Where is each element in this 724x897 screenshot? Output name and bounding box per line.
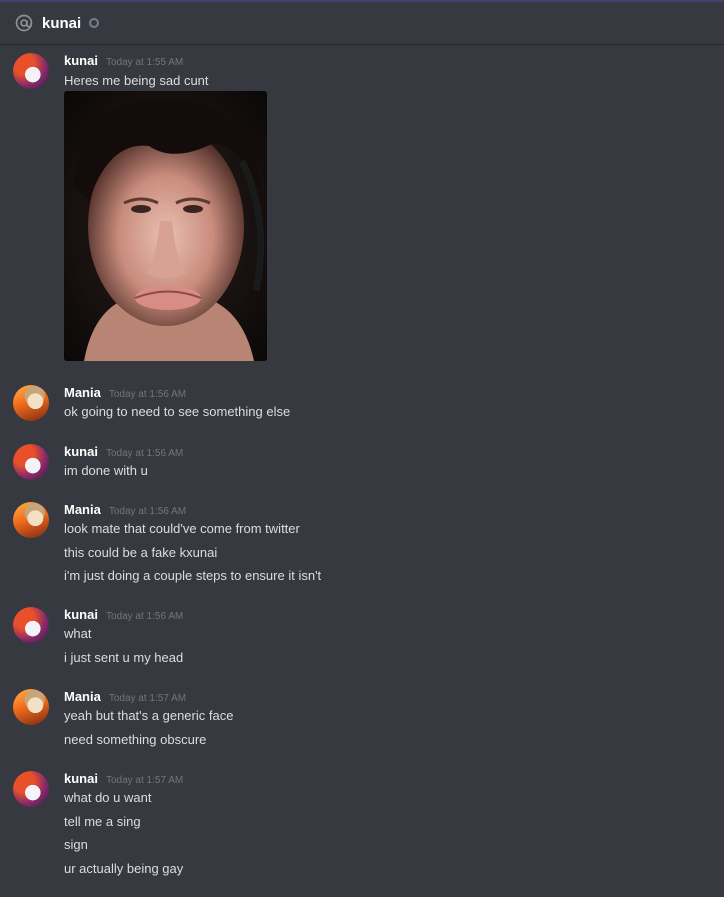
message-text: what do u want: [64, 790, 152, 805]
message-header: Mania Today at 1:57 AM: [64, 689, 186, 707]
username[interactable]: kunai: [64, 53, 98, 68]
message-list[interactable]: kunai Today at 1:55 AM Heres me being sa…: [0, 45, 724, 897]
timestamp: Today at 1:56 AM: [105, 611, 184, 622]
timestamp: Today at 1:57 AM: [105, 775, 184, 786]
message-header: kunai Today at 1:56 AM: [64, 444, 183, 462]
timestamp: Today at 1:56 AM: [108, 389, 187, 400]
timestamp: Today at 1:56 AM: [108, 506, 187, 517]
channel-name: kunai: [42, 14, 82, 32]
message-text: this could be a fake kxunai: [64, 545, 218, 560]
avatar[interactable]: [13, 607, 49, 643]
username[interactable]: kunai: [64, 444, 98, 459]
timestamp: Today at 1:57 AM: [108, 693, 187, 704]
username[interactable]: Mania: [64, 502, 101, 517]
message-header: kunai Today at 1:56 AM: [64, 607, 183, 625]
message-text: ok going to need to see something else: [64, 404, 291, 419]
avatar[interactable]: [13, 444, 49, 480]
message-text: need something obscure: [64, 732, 207, 747]
channel-header: kunai: [0, 0, 724, 45]
message-text: ur actually being gay: [64, 861, 184, 876]
message-text: look mate that could've come from twitte…: [64, 521, 300, 536]
message-text: Heres me being sad cunt: [64, 73, 209, 88]
message-text: sign: [64, 837, 88, 852]
username[interactable]: Mania: [64, 689, 101, 704]
avatar[interactable]: [13, 385, 49, 421]
avatar[interactable]: [13, 689, 49, 725]
message-header: Mania Today at 1:56 AM: [64, 385, 186, 403]
message-header: kunai Today at 1:55 AM: [64, 53, 183, 71]
message-text: i just sent u my head: [64, 650, 184, 665]
message-text: tell me a sing: [64, 814, 141, 829]
message-text: im done with u: [64, 463, 148, 478]
avatar[interactable]: [13, 771, 49, 807]
avatar[interactable]: [13, 502, 49, 538]
selfie-image: [64, 91, 267, 361]
username[interactable]: kunai: [64, 771, 98, 786]
username[interactable]: kunai: [64, 607, 98, 622]
image-attachment[interactable]: [64, 91, 267, 361]
message-text: what: [64, 626, 92, 641]
message-header: kunai Today at 1:57 AM: [64, 771, 183, 789]
message-text: yeah but that's a generic face: [64, 708, 234, 723]
message-text: i'm just doing a couple steps to ensure …: [64, 568, 322, 583]
message-header: Mania Today at 1:56 AM: [64, 502, 186, 520]
status-offline-icon: [89, 18, 100, 28]
timestamp: Today at 1:56 AM: [105, 448, 184, 459]
at-icon: [15, 14, 33, 32]
avatar[interactable]: [13, 53, 49, 89]
timestamp: Today at 1:55 AM: [105, 57, 184, 68]
username[interactable]: Mania: [64, 385, 101, 400]
